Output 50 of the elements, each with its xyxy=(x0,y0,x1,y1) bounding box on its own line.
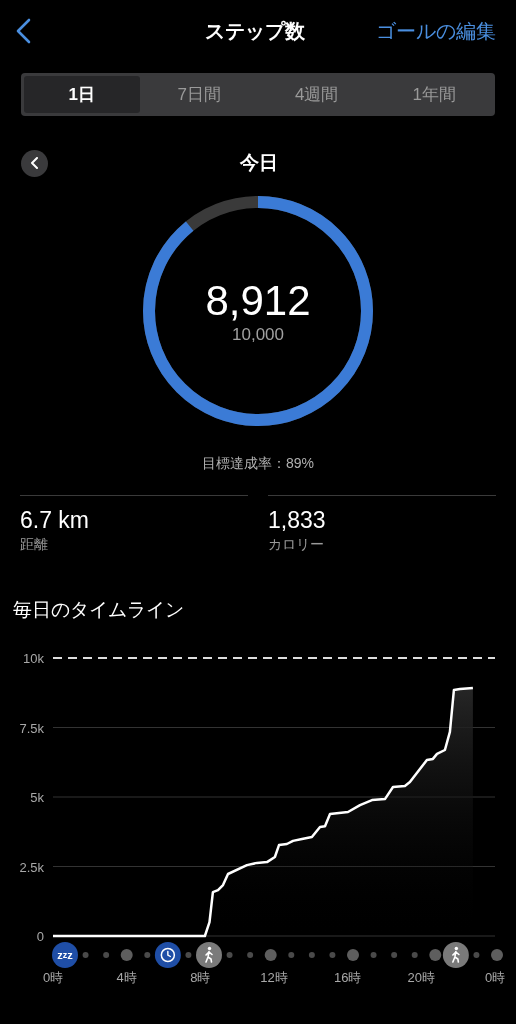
timeline-dot xyxy=(247,952,254,958)
calorie-value: 1,833 xyxy=(268,506,327,534)
timeline-dot xyxy=(347,949,359,961)
timeline-dot xyxy=(411,952,418,958)
day-label: 今日 xyxy=(239,151,278,175)
y-axis-label: 2.5k xyxy=(19,859,44,875)
y-axis-label: 7.5k xyxy=(19,720,44,736)
step-count: 8,912 xyxy=(205,277,311,325)
timeline-dot xyxy=(308,952,315,958)
timeline-dot xyxy=(226,952,233,958)
timeline-dot xyxy=(264,949,277,961)
x-axis-label: 4時 xyxy=(116,970,137,985)
edit-goal-link[interactable]: ゴールの編集 xyxy=(376,17,496,45)
x-axis-label: 0時 xyxy=(42,970,64,985)
timeline-dot xyxy=(391,952,398,958)
timeline-dot xyxy=(82,952,89,958)
page-title: ステップ数 xyxy=(205,18,305,44)
calorie-label: カロリー xyxy=(268,536,325,554)
timeline-dot xyxy=(491,949,503,961)
timeline-title: 毎日のタイムライン xyxy=(13,598,185,622)
x-axis-label: 0時 xyxy=(484,970,506,985)
goal-rate: 目標達成率：89% xyxy=(201,455,315,473)
previous-day-button[interactable] xyxy=(21,149,48,177)
y-axis-label: 10k xyxy=(23,651,44,666)
y-axis-label: 5k xyxy=(30,790,44,805)
clock-icon xyxy=(154,942,181,968)
period-tab[interactable]: 7日間 xyxy=(141,76,257,113)
timeline-dot xyxy=(103,952,110,958)
walking-icon xyxy=(442,942,469,968)
period-tab[interactable]: 4週間 xyxy=(259,76,375,113)
timeline-dot xyxy=(185,952,192,958)
timeline-dot xyxy=(429,949,442,961)
distance-label: 距離 xyxy=(20,536,49,554)
step-goal: 10,000 xyxy=(232,325,284,345)
distance-value: 6.7 km xyxy=(20,506,91,534)
x-axis-label: 16時 xyxy=(333,970,362,985)
x-axis-label: 12時 xyxy=(260,970,288,985)
timeline-dot xyxy=(288,952,295,958)
timeline-dot xyxy=(120,949,133,961)
timeline-dot xyxy=(329,952,336,958)
period-tab[interactable]: 1年間 xyxy=(376,76,492,113)
y-axis-label: 0 xyxy=(36,929,44,944)
timeline-dot xyxy=(144,952,151,958)
x-axis-label: 20時 xyxy=(407,970,436,985)
period-tab[interactable]: 1日 xyxy=(24,76,140,113)
walking-icon xyxy=(196,942,222,968)
chevron-left-icon xyxy=(29,157,40,169)
timeline-dot xyxy=(473,952,480,958)
timeline-dot xyxy=(370,952,377,958)
x-axis-label: 8時 xyxy=(190,970,211,985)
